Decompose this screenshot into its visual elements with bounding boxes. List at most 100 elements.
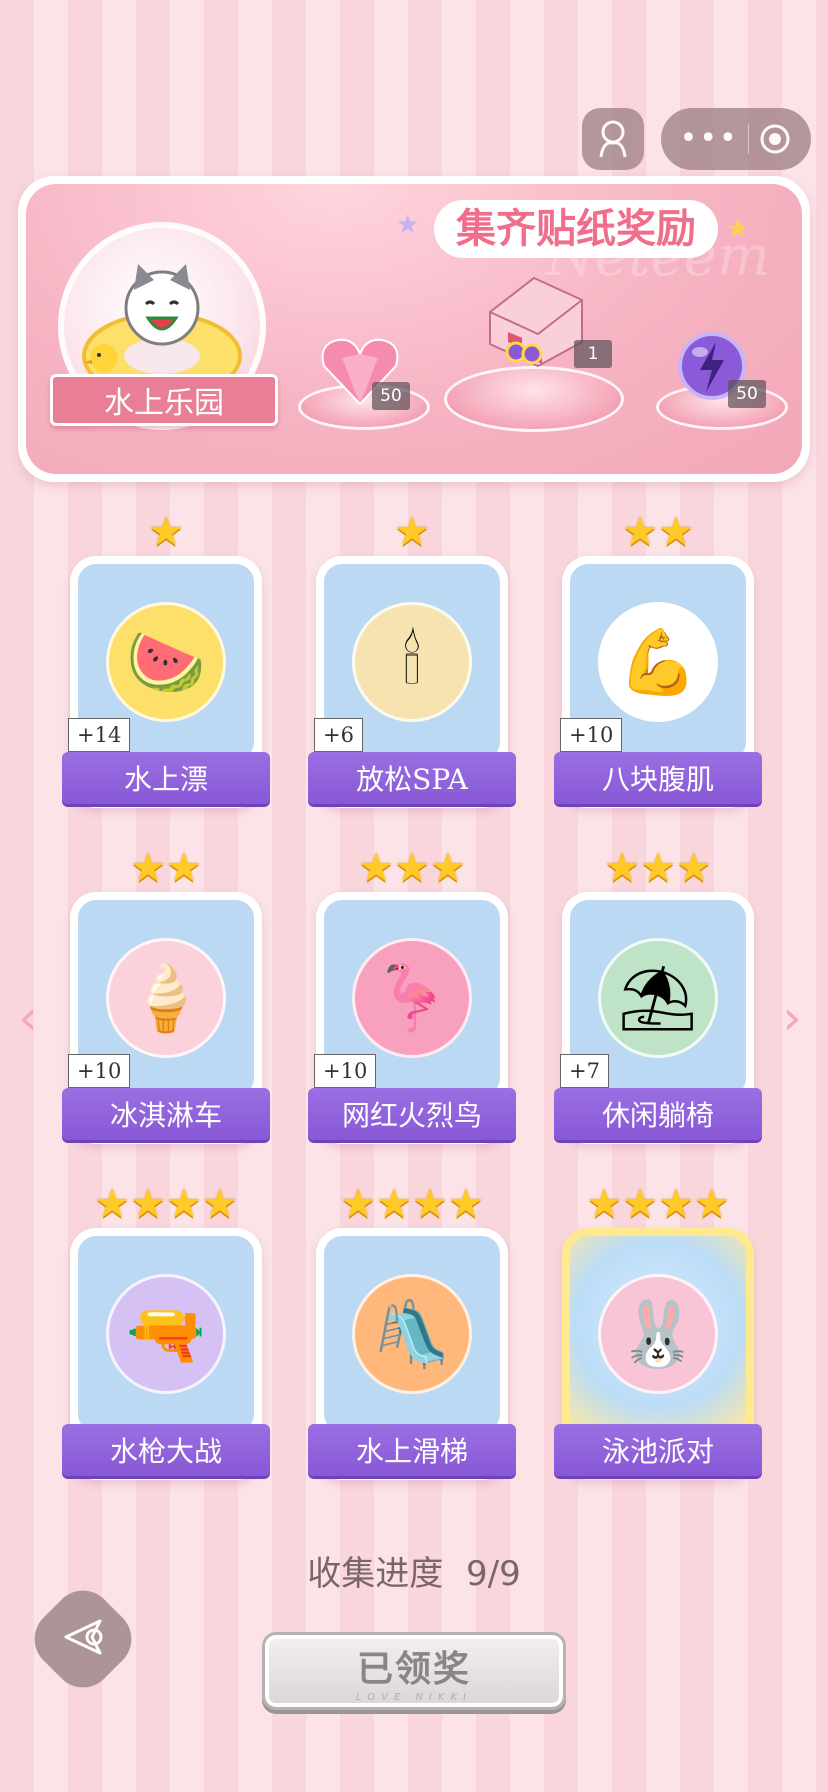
sticker-stars: ★ ★	[70, 846, 262, 890]
sticker-card[interactable]: ★ ★ 💪 +10 八块腹肌	[554, 510, 762, 810]
person-icon	[599, 120, 627, 158]
star-icon: ★	[622, 509, 658, 555]
water-gun-boy-art: 🔫	[78, 1236, 254, 1432]
sticker-bonus: +7	[560, 1054, 609, 1088]
sticker-bonus: +10	[68, 1054, 131, 1088]
sticker-card[interactable]: ★ ★ 🍦 +10 冰淇淋车	[62, 846, 270, 1146]
star-icon: ★	[447, 1181, 484, 1227]
star-deco-icon: ★	[396, 210, 420, 240]
sticker-name: 八块腹肌	[601, 763, 714, 796]
water-gun-boy-icon: 🔫	[78, 1236, 254, 1432]
star-icon: ★	[693, 1181, 730, 1227]
star-icon: ★	[658, 509, 694, 555]
reward-banner: Neteem ★ 集齐贴纸奖励 ★ 水上乐园	[18, 176, 810, 482]
star-icon: ★	[622, 1181, 658, 1227]
theme-label: 水上乐园	[104, 386, 224, 421]
star-icon: ★	[675, 845, 712, 891]
star-icon: ★	[429, 845, 466, 891]
reward-banner-inner: Neteem ★ 集齐贴纸奖励 ★ 水上乐园	[26, 184, 802, 474]
more-dots-icon[interactable]: •••	[680, 124, 739, 154]
profile-button[interactable]	[582, 108, 644, 170]
sticker-stars: ★ ★	[562, 510, 754, 554]
sticker-name: 水枪大战	[109, 1435, 222, 1468]
sticker-card-frame: 🕯 +6 放松SPA	[308, 556, 516, 808]
star-icon: ★	[166, 1181, 202, 1227]
sticker-stars: ★ ★ ★	[316, 846, 508, 890]
star-icon: ★	[394, 845, 430, 891]
sticker-name: 泳池派对	[601, 1435, 714, 1468]
star-icon: ★	[201, 1181, 238, 1227]
reward-pedestal	[444, 366, 624, 432]
sticker-card[interactable]: ★ 🕯 +6 放松SPA	[308, 509, 516, 810]
sticker-card[interactable]: ★ ★ ★ ⛱ +7 休闲躺椅	[554, 845, 762, 1146]
water-slide-girl-icon: 🛝	[324, 1236, 500, 1432]
progress-value: 9/9	[466, 1554, 521, 1594]
star-icon: ★	[604, 845, 641, 891]
water-slide-girl-art: 🛝	[324, 1236, 500, 1432]
reward-count: 50	[372, 382, 410, 410]
star-icon: ★	[658, 1181, 694, 1227]
sticker-name-ribbon: 水上滑梯	[308, 1424, 516, 1476]
sticker-card[interactable]: ★ ★ ★ ★ 🛝 水上滑梯	[308, 1182, 516, 1482]
sticker-card-frame: ⛱ +7 休闲躺椅	[554, 892, 762, 1144]
star-deco-icon: ★	[726, 214, 750, 244]
sticker-card-frame: 🍦 +10 冰淇淋车	[62, 892, 270, 1144]
next-page-arrow-icon[interactable]: ›	[778, 992, 806, 1044]
sticker-name: 休闲躺椅	[601, 1099, 714, 1132]
sticker-card-frame: 🦩 +10 网红火烈鸟	[308, 892, 516, 1144]
sticker-name-ribbon: 泳池派对	[554, 1424, 762, 1476]
sticker-card-frame: 🔫 水枪大战	[62, 1228, 270, 1480]
reward-heart-gem[interactable]: 50	[318, 334, 410, 412]
star-icon: ★	[394, 509, 430, 555]
star-icon: ★	[166, 845, 202, 891]
target-circle-icon[interactable]	[758, 122, 792, 156]
sticker-stars: ★ ★ ★ ★	[316, 1182, 508, 1226]
sticker-bonus: +10	[314, 1054, 377, 1088]
claimed-button[interactable]: 已领奖 LOVE NIKKI	[262, 1632, 566, 1710]
star-icon: ★	[358, 845, 395, 891]
sticker-card[interactable]: ★ 🍉 +14 水上漂	[62, 509, 270, 810]
sticker-card[interactable]: ★ ★ ★ 🦩 +10 网红火烈鸟	[308, 846, 516, 1146]
prev-page-arrow-icon[interactable]: ‹	[14, 992, 42, 1044]
star-icon: ★	[640, 845, 676, 891]
star-icon: ★	[586, 1181, 623, 1227]
star-icon: ★	[148, 509, 184, 555]
pool-party-bunny-art: 🐰	[570, 1236, 746, 1432]
star-icon: ★	[94, 1181, 131, 1227]
sticker-card[interactable]: ★ ★ ★ ★ 🐰 泳池派对	[554, 1181, 762, 1482]
sticker-name: 冰淇淋车	[109, 1099, 222, 1132]
sticker-name-ribbon: 水上漂	[62, 752, 270, 804]
star-icon: ★	[130, 845, 166, 891]
sticker-card[interactable]: ★ ★ ★ ★ 🔫 水枪大战	[62, 1182, 270, 1482]
reward-gift-box[interactable]: 1	[478, 272, 612, 372]
sticker-card-frame: 💪 +10 八块腹肌	[554, 556, 762, 808]
back-arrow-icon	[64, 1619, 103, 1655]
sticker-bonus: +10	[560, 718, 623, 752]
sticker-name: 水上漂	[123, 763, 208, 796]
sticker-bonus: +14	[68, 718, 131, 752]
reward-lightning-orb[interactable]: 50	[676, 330, 766, 408]
sticker-name-ribbon: 放松SPA	[308, 752, 516, 804]
capsule-divider	[748, 124, 750, 154]
sticker-name: 水上滑梯	[355, 1435, 468, 1468]
gift-box-icon	[489, 276, 583, 368]
collection-progress: 收集进度 9/9	[0, 1546, 828, 1595]
banner-title: 集齐贴纸奖励	[434, 200, 718, 258]
sticker-card-frame: 🛝 水上滑梯	[308, 1228, 516, 1480]
progress-label: 收集进度	[307, 1554, 444, 1594]
sticker-name-ribbon: 八块腹肌	[554, 752, 762, 804]
sticker-name-ribbon: 休闲躺椅	[554, 1088, 762, 1140]
reward-count: 50	[728, 380, 766, 408]
sticker-name: 放松SPA	[356, 763, 468, 796]
star-icon: ★	[340, 1181, 377, 1227]
sticker-name: 网红火烈鸟	[341, 1099, 482, 1132]
sticker-stars: ★ ★ ★ ★	[70, 1182, 262, 1226]
sticker-name-ribbon: 冰淇淋车	[62, 1088, 270, 1140]
sticker-name-ribbon: 网红火烈鸟	[308, 1088, 516, 1140]
sticker-card-frame: 🍉 +14 水上漂	[62, 556, 270, 808]
back-button[interactable]	[22, 1578, 144, 1700]
claimed-button-label: 已领奖	[356, 1647, 471, 1690]
mini-program-capsule: •••	[661, 108, 811, 170]
star-icon: ★	[376, 1181, 412, 1227]
star-icon: ★	[130, 1181, 166, 1227]
